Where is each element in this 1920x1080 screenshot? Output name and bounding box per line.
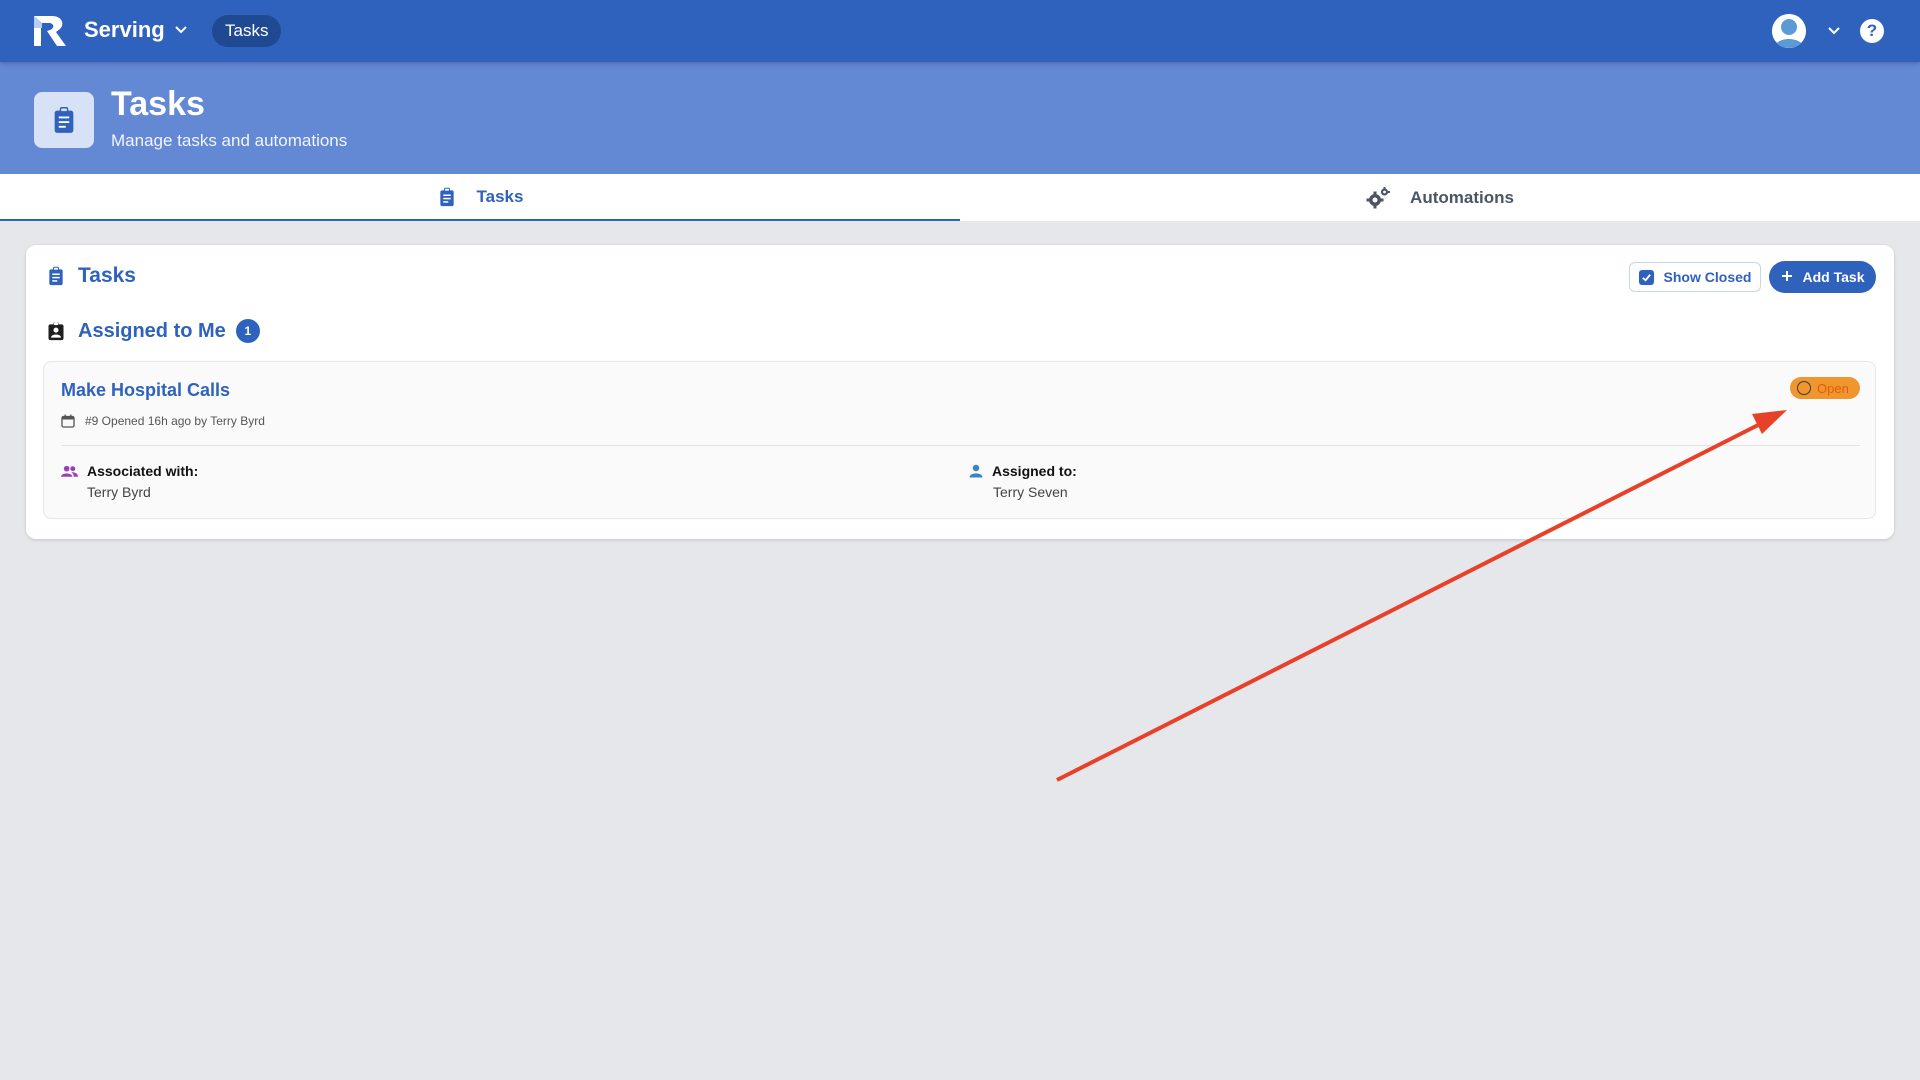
plus-icon	[1781, 269, 1793, 285]
assigned-value[interactable]: Terry Seven	[993, 483, 1077, 501]
show-closed-label: Show Closed	[1663, 269, 1752, 285]
calendar-icon	[61, 414, 75, 428]
tab-bar: Tasks Automations	[0, 174, 1920, 221]
associated-value[interactable]: Terry Byrd	[87, 483, 198, 501]
clipboard-icon	[34, 92, 94, 148]
assigned-to-me-label: Assigned to Me	[78, 319, 226, 342]
app-switcher[interactable]: Serving	[84, 14, 165, 46]
gears-icon	[1366, 186, 1391, 209]
tasks-card: Tasks Show Closed Add Task Assigned to M…	[26, 245, 1894, 539]
user-avatar[interactable]	[1772, 14, 1806, 48]
task-item[interactable]: Make Hospital Calls #9 Opened 16h ago by…	[43, 361, 1876, 519]
add-task-button[interactable]: Add Task	[1769, 261, 1876, 293]
associated-with-field: Associated with: Terry Byrd	[61, 462, 198, 501]
status-label: Open	[1817, 380, 1849, 396]
tab-tasks[interactable]: Tasks	[0, 174, 960, 221]
show-closed-toggle[interactable]: Show Closed	[1629, 262, 1761, 292]
chevron-down-icon[interactable]	[1827, 24, 1841, 38]
assignment-ind-icon	[48, 322, 64, 341]
section-title-text: Tasks	[78, 264, 136, 287]
clipboard-icon	[49, 266, 63, 286]
associated-label: Associated with:	[87, 463, 199, 479]
status-badge[interactable]: Open	[1790, 377, 1860, 399]
circle-icon	[1797, 381, 1811, 395]
task-meta: #9 Opened 16h ago by Terry Byrd	[61, 413, 265, 429]
divider	[61, 445, 1860, 446]
help-icon[interactable]: ?	[1860, 19, 1884, 43]
person-icon	[969, 464, 983, 478]
page-header: Tasks Manage tasks and automations	[0, 62, 1920, 174]
task-title-link[interactable]: Make Hospital Calls	[61, 378, 230, 402]
tab-label: Automations	[1410, 187, 1514, 207]
assigned-to-me-header[interactable]: Assigned to Me 1	[46, 318, 260, 344]
assigned-to-field: Assigned to: Terry Seven	[969, 462, 1077, 501]
task-meta-text: #9 Opened 16h ago by Terry Byrd	[85, 414, 265, 428]
tab-automations[interactable]: Automations	[960, 174, 1920, 221]
top-nav-bar: Serving Tasks ?	[0, 0, 1920, 62]
page-title: Tasks	[111, 85, 205, 123]
clipboard-icon	[437, 187, 457, 207]
checkbox-checked-icon[interactable]	[1638, 269, 1654, 285]
count-badge: 1	[235, 319, 260, 343]
nav-pill-tasks[interactable]: Tasks	[212, 15, 282, 47]
people-icon	[61, 465, 78, 477]
section-title-tasks: Tasks	[46, 263, 136, 289]
r-logo-icon[interactable]	[32, 14, 68, 48]
tab-label: Tasks	[476, 186, 524, 206]
page-subtitle: Manage tasks and automations	[111, 131, 348, 150]
chevron-down-icon[interactable]	[174, 23, 188, 37]
assigned-label: Assigned to:	[992, 463, 1077, 479]
add-task-label: Add Task	[1802, 269, 1865, 285]
